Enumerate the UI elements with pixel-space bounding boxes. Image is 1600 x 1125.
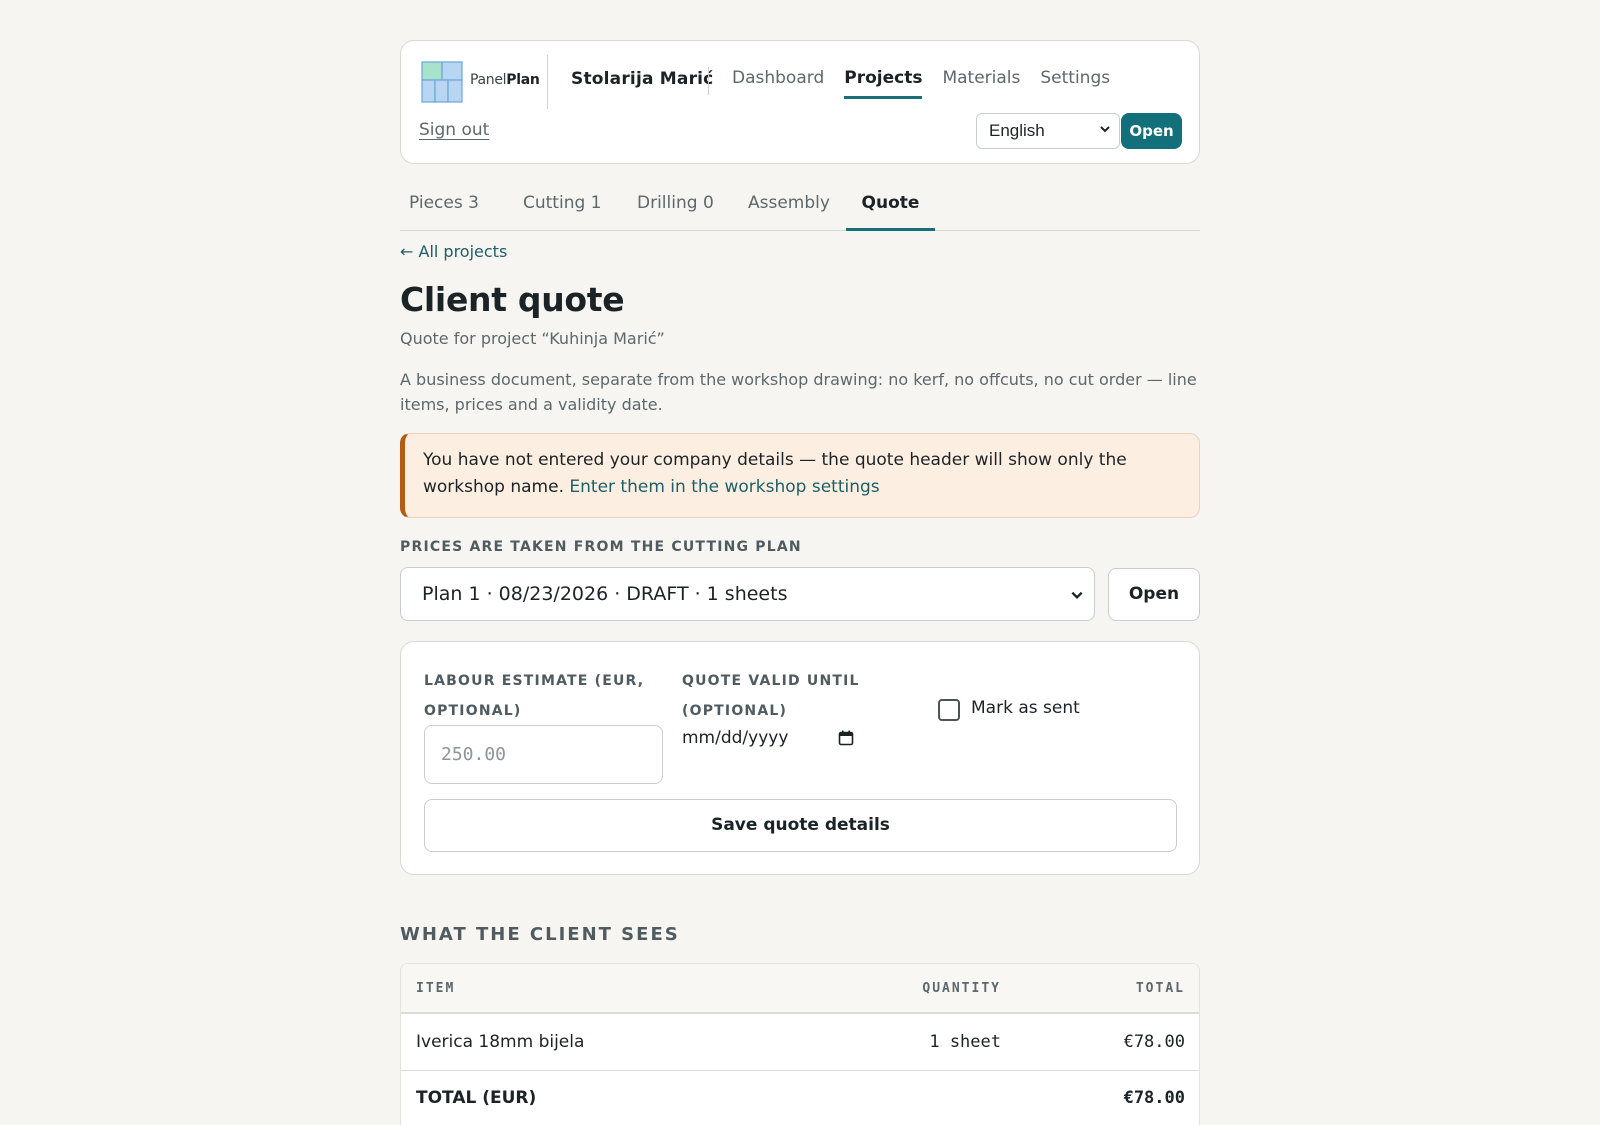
column-header-item: ITEM: [416, 981, 456, 996]
total-label: TOTAL (EUR): [416, 1088, 537, 1108]
logo-wordmark-light: Panel: [470, 72, 507, 88]
quote-details-form: LABOUR ESTIMATE (EUR, OPTIONAL) 250.00 Q…: [400, 641, 1200, 875]
logo-wordmark-bold: Plan: [506, 72, 540, 88]
column-header-quantity: QUANTITY: [922, 981, 1001, 996]
client-view-heading: WHAT THE CLIENT SEES: [400, 924, 680, 945]
total-row: TOTAL (EUR) €78.00: [401, 1072, 1199, 1125]
row-total: €78.00: [1123, 1032, 1185, 1052]
labour-estimate-input[interactable]: 250.00: [424, 725, 663, 784]
calendar-icon[interactable]: [838, 730, 854, 746]
quote-valid-until-input[interactable]: mm/dd/yyyy: [682, 723, 862, 753]
quote-valid-until-label-line2: (OPTIONAL): [682, 703, 788, 719]
cutting-plan-label: PRICES ARE TAKEN FROM THE CUTTING PLAN: [400, 539, 802, 555]
header-divider: [547, 55, 548, 109]
sign-out-link[interactable]: Sign out: [419, 120, 489, 140]
header-divider: [708, 67, 709, 95]
workshop-name: Stolarija Marić: [571, 69, 714, 89]
tab-pieces[interactable]: Pieces 3: [409, 186, 479, 231]
company-details-warning: You have not entered your company detail…: [400, 433, 1200, 518]
total-value: €78.00: [1123, 1088, 1185, 1108]
table-row: Iverica 18mm bijela 1 sheet €78.00: [401, 1016, 1199, 1071]
language-select[interactable]: English: [976, 113, 1120, 149]
open-plan-button[interactable]: Open: [1108, 568, 1200, 621]
quote-valid-until-label: QUOTE VALID UNTIL (OPTIONAL): [682, 666, 860, 726]
language-select-value: English: [989, 121, 1045, 140]
app-header: PanelPlan Stolarija Marić Dashboard Proj…: [400, 40, 1200, 164]
quote-valid-until-label-line1: QUOTE VALID UNTIL: [682, 673, 860, 689]
tab-quote[interactable]: Quote: [846, 186, 935, 231]
project-tabs: Pieces 3 Cutting 1 Drilling 0 Assembly Q…: [400, 186, 1200, 231]
cutting-plan-select-value: Plan 1 · 08/23/2026 · DRAFT · 1 sheets: [422, 583, 788, 605]
row-quantity: 1 sheet: [929, 1032, 1001, 1052]
panelplan-logo-icon[interactable]: [421, 61, 463, 103]
save-quote-details-button[interactable]: Save quote details: [424, 799, 1177, 852]
logo-wordmark[interactable]: PanelPlan: [470, 72, 540, 88]
quote-table: ITEM QUANTITY TOTAL Iverica 18mm bijela …: [400, 963, 1200, 1125]
quote-table-header: ITEM QUANTITY TOTAL: [401, 964, 1199, 1014]
nav-materials[interactable]: Materials: [942, 67, 1020, 99]
tab-drilling[interactable]: Drilling 0: [637, 186, 714, 231]
tab-cutting[interactable]: Cutting 1: [523, 186, 601, 231]
mark-as-sent-label[interactable]: Mark as sent: [971, 698, 1080, 718]
column-header-total: TOTAL: [1135, 981, 1185, 996]
back-to-projects-link[interactable]: ← All projects: [400, 242, 507, 261]
row-item: Iverica 18mm bijela: [416, 1032, 585, 1052]
nav-settings[interactable]: Settings: [1040, 67, 1110, 99]
page-description: A business document, separate from the w…: [400, 370, 1197, 414]
chevron-down-icon: [1071, 591, 1083, 599]
page-title: Client quote: [400, 280, 625, 319]
mark-as-sent-checkbox[interactable]: [938, 699, 960, 721]
page-subtitle: Quote for project “Kuhinja Marić”: [400, 329, 665, 348]
tab-assembly[interactable]: Assembly: [748, 186, 830, 231]
main-nav: Dashboard Projects Materials Settings: [732, 67, 1130, 99]
labour-estimate-label: LABOUR ESTIMATE (EUR, OPTIONAL): [424, 666, 644, 726]
cutting-plan-select[interactable]: Plan 1 · 08/23/2026 · DRAFT · 1 sheets: [400, 567, 1095, 621]
workshop-settings-link[interactable]: Enter them in the workshop settings: [569, 477, 879, 497]
chevron-down-icon: [1100, 126, 1110, 133]
nav-projects[interactable]: Projects: [844, 67, 923, 99]
labour-estimate-label-line2: OPTIONAL): [424, 703, 522, 719]
nav-dashboard[interactable]: Dashboard: [732, 67, 824, 99]
language-open-button[interactable]: Open: [1121, 113, 1182, 149]
labour-estimate-label-line1: LABOUR ESTIMATE (EUR,: [424, 673, 645, 689]
date-placeholder: mm/dd/yyyy: [682, 728, 789, 748]
